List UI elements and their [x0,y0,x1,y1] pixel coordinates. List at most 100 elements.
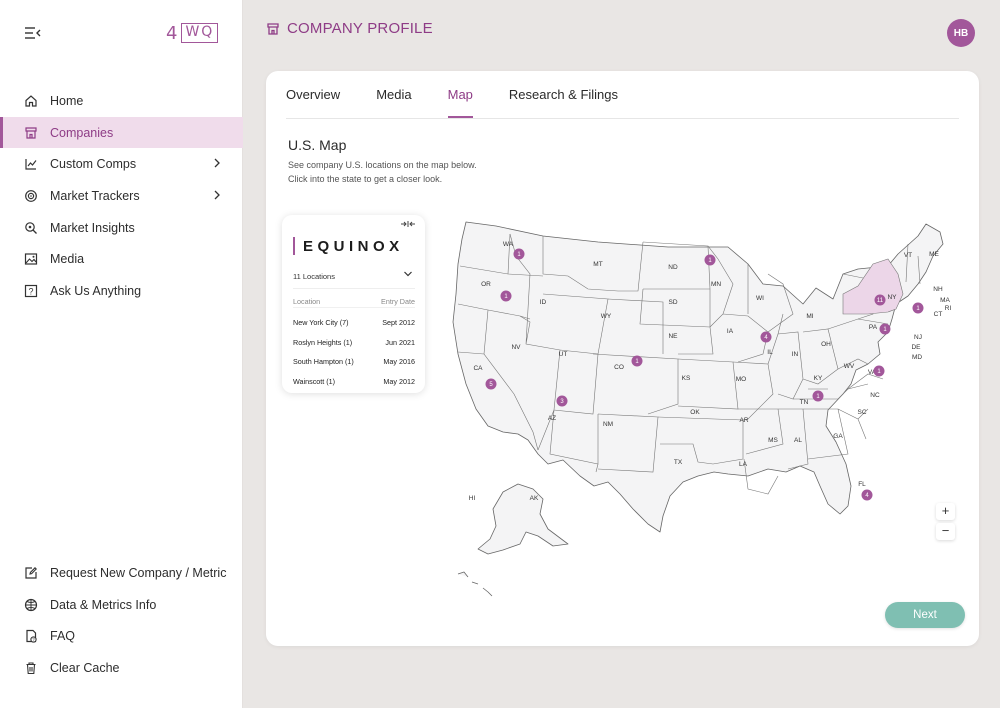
marker-count: 11 [877,298,884,304]
state-label: MA [940,297,950,304]
zoom-in-button[interactable]: + [936,503,955,520]
sidebar-item-label: Ask Us Anything [50,283,142,298]
state-label: CO [614,364,624,371]
us-map[interactable]: WA OR CA ID NV MT WY UT AZ CO NM ND SD N… [448,214,958,609]
state-label: CA [473,365,483,372]
state-label: NV [511,344,521,351]
state-label: ME [929,251,939,258]
map-marker[interactable]: 4 [861,489,873,501]
logo-number: 4 [166,22,179,44]
page-title-text: COMPANY PROFILE [287,20,433,37]
company-name: EQUINOX [303,237,404,255]
state-label: FL [858,481,866,488]
trash-icon [23,660,39,676]
map-marker[interactable]: 4 [760,331,772,343]
state-label: KY [814,375,823,382]
state-label: WI [756,295,764,302]
state-label: MI [806,313,813,320]
state-label: SD [668,299,677,306]
location-name: Wainscott (1) [293,376,336,386]
location-name: New York City (7) [293,318,349,328]
edit-icon [23,565,39,581]
state-label: VT [904,252,912,259]
state-label: NM [603,421,613,428]
map-marker[interactable]: 1 [912,302,924,314]
state-label: NH [933,286,943,293]
state-label: MS [768,437,778,444]
sidebar-item-faq[interactable]: ? FAQ [0,620,243,652]
entry-date: Sept 2012 [382,318,415,328]
column-header-entry-date: Entry Date [381,296,415,306]
map-marker[interactable]: 11 [874,294,886,306]
map-description-line-2: Click into the state to get a closer loo… [288,174,443,184]
map-description: See company U.S. locations on the map be… [288,158,548,186]
faq-icon: ? [23,628,39,644]
state-label: RI [945,305,952,312]
locations-table: Location Entry Date New York City (7) Se… [293,295,415,391]
state-label: AL [794,437,802,444]
state-label: KS [682,375,691,382]
tab-media[interactable]: Media [376,85,411,118]
sidebar-item-companies[interactable]: Companies [0,116,243,149]
state-label: OK [690,409,700,416]
table-row[interactable]: Wainscott (1) May 2012 [293,372,415,392]
sidebar-item-data-metrics-info[interactable]: Data & Metrics Info [0,589,243,621]
sidebar-item-label: Market Insights [50,220,135,235]
state-label: HI [469,495,476,502]
state-label: IA [727,328,734,335]
collapse-icon[interactable] [400,220,416,228]
map-description-line-1: See company U.S. locations on the map be… [288,160,477,170]
sidebar-item-custom-comps[interactable]: Custom Comps [0,148,243,180]
map-marker[interactable]: 1 [500,290,512,302]
building-icon [23,125,39,141]
company-profile-card: Overview Media Map Research & Filings U.… [266,71,979,646]
sidebar-item-media[interactable]: Media [0,243,243,275]
map-marker[interactable]: 1 [631,355,643,367]
company-logo: EQUINOX [293,237,404,255]
logo[interactable]: 4 WQ [166,22,219,44]
tab-map[interactable]: Map [447,85,474,118]
state-label: ID [540,299,547,306]
map-marker[interactable]: 1 [879,323,891,335]
state-label: TX [674,459,683,466]
map-marker[interactable]: 3 [556,395,568,407]
next-button[interactable]: Next [885,602,965,628]
state-label: LA [739,461,748,468]
state-label: TN [800,399,809,406]
sidebar-item-market-trackers[interactable]: Market Trackers [0,180,243,212]
sidebar-item-request-new-company[interactable]: Request New Company / Metric [0,557,243,589]
state-label: WA [503,241,514,248]
tab-overview[interactable]: Overview [286,85,340,118]
avatar[interactable]: HB [947,19,975,47]
sidebar-item-ask-us-anything[interactable]: ? Ask Us Anything [0,275,243,307]
sidebar-item-home[interactable]: Home [0,85,243,117]
map-marker[interactable]: 1 [873,365,885,377]
menu-collapse-icon[interactable] [24,26,42,40]
column-header-location: Location [293,296,321,306]
state-label: UT [559,351,568,358]
map-heading: U.S. Map [288,137,347,153]
chevron-down-icon[interactable] [403,270,413,278]
table-row[interactable]: Roslyn Heights (1) Jun 2021 [293,333,415,353]
tab-research-filings[interactable]: Research & Filings [509,85,618,118]
sidebar-item-clear-cache[interactable]: Clear Cache [0,652,243,684]
map-marker[interactable]: 1 [513,248,525,260]
sidebar-item-label: Request New Company / Metric [50,565,227,580]
map-marker[interactable]: 1 [812,390,824,402]
state-label: SC [857,409,866,416]
table-row[interactable]: New York City (7) Sept 2012 [293,313,415,333]
brand-accent-bar [293,237,295,255]
page-title: COMPANY PROFILE [266,20,433,37]
sidebar-item-label: Clear Cache [50,660,120,675]
sidebar-item-market-insights[interactable]: Market Insights [0,212,243,244]
sidebar-item-label: Market Trackers [50,188,140,203]
table-row[interactable]: South Hampton (1) May 2016 [293,352,415,372]
location-name: Roslyn Heights (1) [293,337,353,347]
zoom-out-button[interactable]: − [936,523,955,540]
locations-count-dropdown[interactable]: 11 Locations [293,272,335,281]
map-marker[interactable]: 5 [485,378,497,390]
entry-date: May 2012 [383,376,415,386]
map-marker[interactable]: 1 [704,254,716,266]
state-label: NJ [914,334,922,341]
state-label: AR [739,417,748,424]
